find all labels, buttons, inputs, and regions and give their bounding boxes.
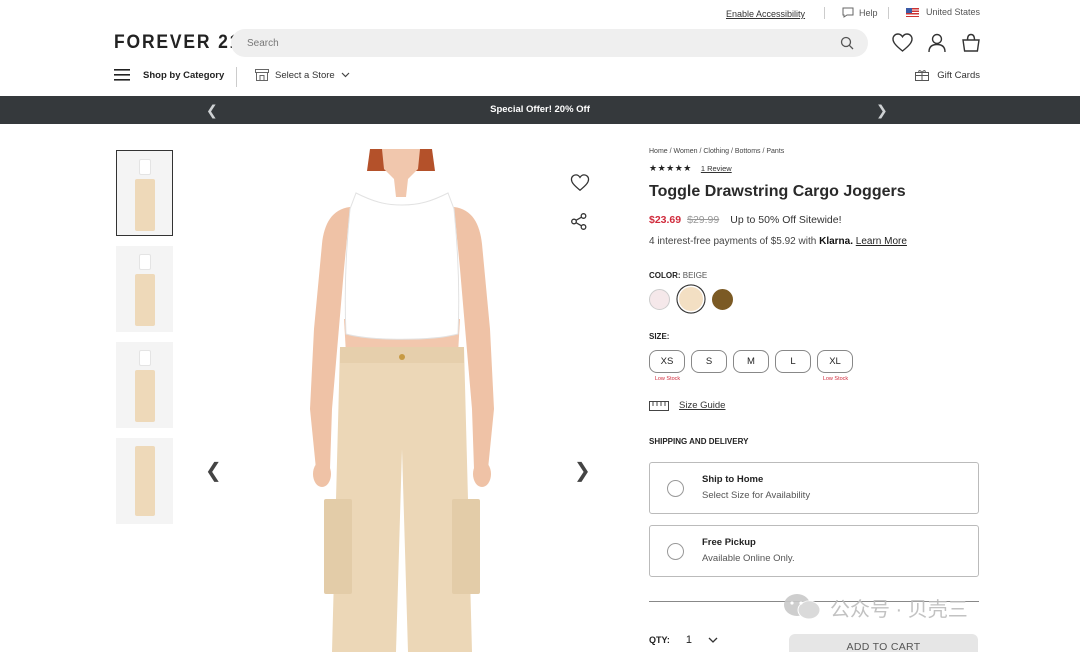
color-heading: COLOR:: [649, 271, 681, 280]
size-label: SIZE:: [649, 332, 670, 341]
shop-by-category-label: Shop by Category: [143, 69, 225, 81]
ruler-icon: [649, 400, 669, 411]
promo-next-icon[interactable]: ❯: [876, 102, 888, 119]
breadcrumb[interactable]: Home / Women / Clothing / Bottoms / Pant…: [649, 148, 979, 155]
gallery-prev-icon[interactable]: ❮: [205, 458, 222, 483]
wechat-icon: [784, 594, 821, 620]
sale-price: $23.69: [649, 214, 682, 226]
klarna-row: 4 interest-free payments of $5.92 with K…: [649, 236, 979, 247]
star-rating: ★★★★★: [649, 163, 692, 173]
qty-label: QTY:: [649, 635, 670, 645]
search-input[interactable]: [247, 29, 827, 57]
swatch-pink[interactable]: [649, 288, 670, 310]
free-pickup-radio[interactable]: [667, 543, 684, 560]
size-l-button[interactable]: L: [775, 350, 811, 373]
enable-accessibility-link[interactable]: Enable Accessibility: [726, 9, 805, 19]
store-icon: [255, 69, 269, 81]
price-row: $23.69 $29.99 Up to 50% Off Sitewide!: [649, 214, 979, 226]
size-options: XS Low Stock S M L XL Low Stock: [649, 350, 979, 382]
help-label: Help: [859, 7, 878, 18]
thumbnail-3[interactable]: [116, 342, 173, 428]
utility-bar: Enable Accessibility Help United States: [0, 0, 1080, 26]
gift-card-icon: [915, 70, 930, 81]
size-guide-link[interactable]: Size Guide: [649, 400, 979, 411]
country-selector[interactable]: United States: [906, 7, 980, 17]
search-icon[interactable]: [840, 36, 854, 50]
free-pickup-option[interactable]: Free Pickup Available Online Only.: [649, 525, 979, 577]
model-image: [134, 151, 155, 231]
share-icon[interactable]: [571, 213, 587, 230]
divider: [824, 7, 825, 19]
gallery-next-icon[interactable]: ❯: [574, 458, 591, 483]
promo-banner: ❮ Special Offer! 20% Off ❯: [0, 96, 1080, 124]
product-title: Toggle Drawstring Cargo Joggers: [649, 183, 906, 200]
qty-value: 1: [685, 634, 692, 646]
us-flag-icon: [906, 7, 919, 17]
size-xl-button[interactable]: XL: [817, 350, 853, 373]
free-pickup-subtitle: Available Online Only.: [702, 553, 795, 564]
klarna-logo: Klarna.: [819, 236, 853, 247]
shopping-bag-icon[interactable]: [961, 33, 981, 53]
size-xs-button[interactable]: XS: [649, 350, 685, 373]
ship-to-home-subtitle: Select Size for Availability: [702, 490, 811, 501]
model-image: [134, 438, 155, 516]
color-label: COLOR: BEIGE: [649, 271, 979, 280]
search-bar[interactable]: [231, 29, 868, 57]
product-info: Home / Women / Clothing / Bottoms / Pant…: [649, 148, 979, 602]
promo-text[interactable]: Special Offer! 20% Off: [0, 104, 1080, 115]
gift-cards-link[interactable]: Gift Cards: [915, 69, 980, 81]
gift-cards-label: Gift Cards: [937, 69, 980, 81]
country-label: United States: [926, 7, 981, 17]
watermark-text: 公众号 · 贝壳三: [830, 598, 968, 621]
help-link[interactable]: Help: [842, 7, 878, 18]
select-store-label: Select a Store: [275, 69, 335, 81]
wishlist-heart-icon[interactable]: [892, 33, 913, 53]
thumbnail-4[interactable]: [116, 438, 173, 524]
free-pickup-title: Free Pickup: [702, 537, 756, 548]
brand-logo[interactable]: FOREVER 21: [114, 32, 241, 54]
thumbnail-2[interactable]: [116, 246, 173, 332]
chevron-down-icon: [341, 72, 350, 78]
ship-to-home-option[interactable]: Ship to Home Select Size for Availabilit…: [649, 462, 979, 514]
size-m-button[interactable]: M: [733, 350, 769, 373]
model-image: [134, 246, 155, 326]
size-guide-label: Size Guide: [679, 400, 726, 411]
original-price: $29.99: [687, 214, 720, 226]
model-figure: [310, 149, 494, 652]
reviews-link[interactable]: 1 Review: [701, 164, 732, 173]
chat-icon: [842, 7, 854, 18]
ship-to-home-title: Ship to Home: [702, 474, 764, 485]
select-store-button[interactable]: Select a Store: [255, 69, 350, 81]
chevron-down-icon: [708, 637, 718, 643]
wishlist-heart-icon[interactable]: [570, 174, 590, 192]
color-value: BEIGE: [682, 271, 708, 280]
add-to-cart-button[interactable]: ADD TO CART: [789, 634, 978, 652]
swatch-beige[interactable]: [679, 287, 703, 311]
account-user-icon[interactable]: [927, 33, 947, 53]
divider: [888, 7, 889, 19]
color-swatches: [649, 287, 979, 311]
watermark: 公众号 · 贝壳三: [782, 592, 968, 622]
ship-to-home-radio[interactable]: [667, 480, 684, 497]
size-s-button[interactable]: S: [691, 350, 727, 373]
rating-row: ★★★★★ 1 Review: [649, 163, 979, 174]
shipping-heading: SHIPPING AND DELIVERY: [649, 437, 749, 446]
sitewide-promo: Up to 50% Off Sitewide!: [730, 214, 842, 226]
divider: [236, 67, 237, 87]
thumbnail-1[interactable]: [116, 150, 173, 236]
main-product-image[interactable]: [232, 149, 562, 652]
thumbnail-strip: [116, 150, 173, 534]
learn-more-link[interactable]: Learn More: [856, 236, 907, 247]
header-icons: [892, 33, 981, 53]
klarna-text: 4 interest-free payments of $5.92 with: [649, 236, 817, 247]
quantity-selector[interactable]: QTY: 1: [649, 634, 718, 646]
low-stock-note: Low Stock: [654, 376, 681, 382]
low-stock-note: Low Stock: [822, 376, 849, 382]
model-image: [134, 342, 155, 422]
shop-by-category-button[interactable]: Shop by Category: [114, 69, 224, 81]
secondary-nav: Shop by Category Select a Store Gift Car…: [114, 66, 980, 88]
hamburger-menu-icon: [114, 69, 130, 81]
swatch-brown[interactable]: [712, 288, 733, 310]
